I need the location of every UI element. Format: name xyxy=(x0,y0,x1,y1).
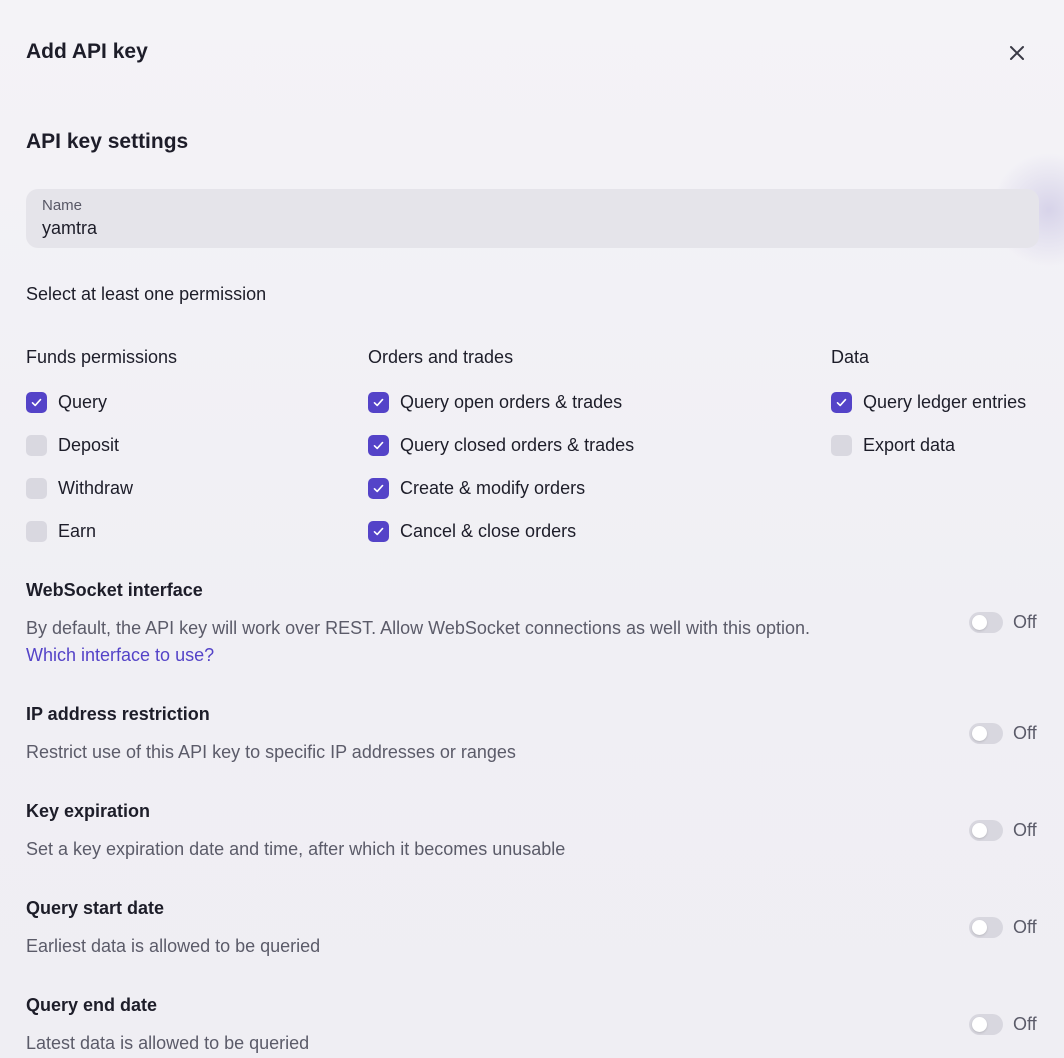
checkbox-label: Export data xyxy=(863,434,956,455)
query-start-date-toggle[interactable] xyxy=(969,917,1003,938)
checkbox-query-ledger-entries[interactable]: Query ledger entries xyxy=(831,391,1026,413)
query-end-date-toggle[interactable] xyxy=(969,1014,1003,1035)
toggle-knob xyxy=(972,726,987,741)
checkbox-withdraw[interactable]: Withdraw xyxy=(26,477,133,499)
checkbox-label: Query ledger entries xyxy=(863,391,1027,412)
ip-restriction-description: Restrict use of this API key to specific… xyxy=(26,742,516,762)
checkbox-box[interactable] xyxy=(26,520,47,542)
checkbox-label: Earn xyxy=(58,520,97,541)
toggle-knob xyxy=(972,1017,987,1032)
query-end-date-title: Query end date xyxy=(26,995,158,1015)
data-heading: Data xyxy=(831,347,870,367)
toggle-knob xyxy=(972,823,987,838)
toggle-knob xyxy=(972,615,987,630)
checkbox-label: Query closed orders & trades xyxy=(400,434,635,455)
checkbox-box[interactable] xyxy=(368,391,389,413)
checkbox-deposit[interactable]: Deposit xyxy=(26,434,119,456)
query-end-date-toggle-state: Off xyxy=(1013,1014,1037,1034)
checkbox-query[interactable]: Query xyxy=(26,391,107,413)
checkbox-box[interactable] xyxy=(831,391,852,413)
checkbox-cancel-close-orders[interactable]: Cancel & close orders xyxy=(368,520,576,542)
ip-restriction-toggle-state: Off xyxy=(1013,723,1037,743)
checkbox-label: Create & modify orders xyxy=(400,477,586,498)
key-expiration-description: Set a key expiration date and time, afte… xyxy=(26,839,566,859)
checkbox-box[interactable] xyxy=(26,477,47,499)
checkbox-earn[interactable]: Earn xyxy=(26,520,96,542)
key-expiration-toggle-state: Off xyxy=(1013,820,1037,840)
checkbox-box[interactable] xyxy=(368,477,389,499)
which-interface-link[interactable]: Which interface to use? xyxy=(26,645,214,666)
ip-restriction-toggle[interactable] xyxy=(969,723,1003,744)
checkbox-box[interactable] xyxy=(26,434,47,456)
checkbox-box[interactable] xyxy=(831,434,852,456)
checkbox-box[interactable] xyxy=(368,520,389,542)
name-field-value[interactable]: yamtra xyxy=(42,218,97,239)
query-start-date-title: Query start date xyxy=(26,898,165,918)
checkbox-create-modify-orders[interactable]: Create & modify orders xyxy=(368,477,585,499)
name-field-label: Name xyxy=(42,197,83,214)
checkbox-box[interactable] xyxy=(368,434,389,456)
add-api-key-dialog: Add API key API key settings Name yamtra… xyxy=(0,0,1064,1058)
checkbox-label: Query xyxy=(58,391,108,412)
name-field[interactable]: Name yamtra xyxy=(26,189,1039,248)
websocket-description: By default, the API key will work over R… xyxy=(26,618,811,638)
checkbox-label: Deposit xyxy=(58,434,120,455)
checkbox-label: Cancel & close orders xyxy=(400,520,577,541)
websocket-toggle-state: Off xyxy=(1013,612,1037,632)
checkbox-box[interactable] xyxy=(26,391,47,413)
orders-trades-heading: Orders and trades xyxy=(368,347,514,367)
key-expiration-toggle[interactable] xyxy=(969,820,1003,841)
close-icon[interactable] xyxy=(1004,40,1030,66)
settings-heading: API key settings xyxy=(26,130,189,153)
toggle-knob xyxy=(972,920,987,935)
query-start-date-toggle-state: Off xyxy=(1013,917,1037,937)
funds-permissions-heading: Funds permissions xyxy=(26,347,178,367)
websocket-toggle[interactable] xyxy=(969,612,1003,633)
ip-restriction-title: IP address restriction xyxy=(26,704,210,724)
dialog-title: Add API key xyxy=(26,40,148,63)
query-start-date-description: Earliest data is allowed to be queried xyxy=(26,936,321,956)
websocket-title: WebSocket interface xyxy=(26,580,203,600)
checkbox-label: Withdraw xyxy=(58,477,134,498)
checkbox-label: Query open orders & trades xyxy=(400,391,623,412)
checkbox-query-open-orders[interactable]: Query open orders & trades xyxy=(368,391,622,413)
key-expiration-title: Key expiration xyxy=(26,801,151,821)
checkbox-export-data[interactable]: Export data xyxy=(831,434,955,456)
checkbox-query-closed-orders[interactable]: Query closed orders & trades xyxy=(368,434,634,456)
permission-prompt: Select at least one permission xyxy=(26,284,267,304)
query-end-date-description: Latest data is allowed to be queried xyxy=(26,1033,310,1053)
